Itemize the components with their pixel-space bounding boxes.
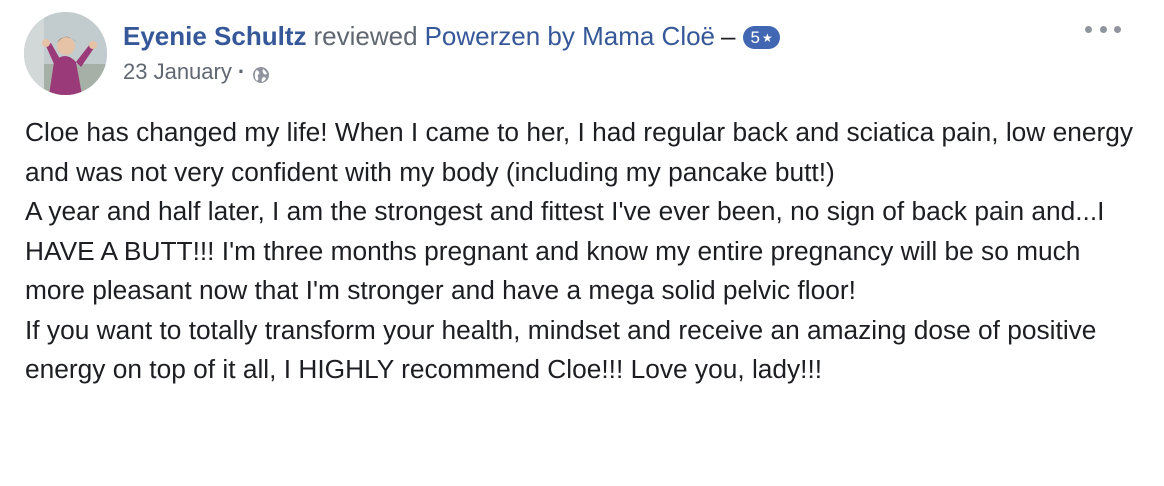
avatar[interactable] [24, 12, 107, 95]
post-meta: 23 January · [123, 58, 1083, 86]
rating-value: 5 [750, 27, 760, 47]
post-title-line: Eyenie Schultz reviewed Powerzen by Mama… [123, 19, 1083, 53]
title-separator: – [721, 21, 736, 51]
more-options-icon[interactable] [1085, 20, 1121, 38]
review-post: Eyenie Schultz reviewed Powerzen by Mama… [0, 0, 1164, 486]
rating-badge: 5 ★ [742, 26, 780, 49]
more-options-dot [1114, 25, 1121, 33]
star-icon: ★ [761, 30, 773, 45]
review-paragraph: A year and half later, I am the stronges… [25, 196, 1105, 305]
globe-icon[interactable] [252, 63, 270, 83]
post-date-link[interactable]: 23 January [123, 58, 232, 86]
review-paragraph: Cloe has changed my life! When I came to… [25, 117, 1134, 187]
more-options-dot [1099, 25, 1107, 33]
meta-separator: · [237, 59, 246, 84]
avatar-photo [24, 12, 107, 95]
action-text: reviewed [313, 21, 418, 51]
more-options-dot [1085, 25, 1092, 33]
author-name-link[interactable]: Eyenie Schultz [123, 19, 307, 53]
post-header: Eyenie Schultz reviewed Powerzen by Mama… [123, 19, 1083, 86]
page-name-link[interactable]: Powerzen by Mama Cloë [425, 19, 715, 53]
review-paragraph: If you want to totally transform your he… [25, 314, 1097, 385]
review-text: Cloe has changed my life! When I came to… [25, 113, 1140, 390]
